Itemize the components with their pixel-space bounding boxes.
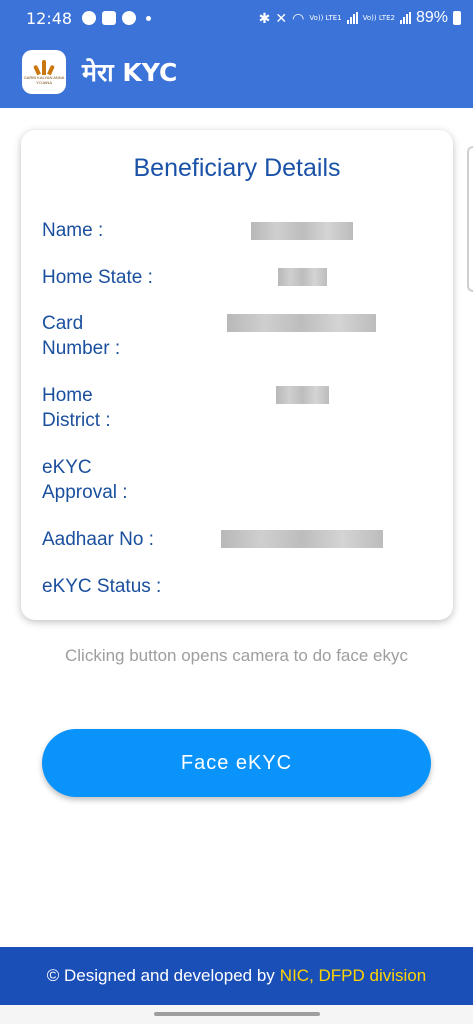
wifi-icon: ◠	[292, 9, 305, 26]
redacted-value	[221, 530, 383, 548]
field-row-home-state: Home State :	[42, 265, 432, 290]
field-label: Home State :	[42, 267, 153, 288]
redacted-value	[278, 268, 327, 286]
field-row-ekyc-approval: eKYC Approval :	[42, 455, 432, 505]
more-notifications-icon	[146, 15, 152, 21]
signal-2-icon	[399, 12, 411, 24]
footer-highlight: NIC, DFPD division	[279, 966, 427, 985]
chat-notification-icon	[82, 11, 97, 25]
battery-percent: 89%	[415, 9, 448, 26]
redacted-value	[251, 222, 353, 240]
home-gesture-handle[interactable]	[154, 1012, 320, 1016]
app-title: मेरा KYC	[82, 58, 178, 87]
field-label: Name :	[42, 220, 104, 241]
wheat-logo-icon	[33, 59, 55, 76]
battery-icon	[453, 11, 461, 25]
field-label: eKYC Approval :	[42, 457, 128, 503]
field-row-name: Name :	[42, 218, 432, 243]
redacted-value	[227, 314, 376, 332]
side-scroll-handle[interactable]	[467, 146, 473, 292]
app-bar: GARIB KALYAN ANNA YOJANA मेरा KYC	[0, 36, 473, 108]
camera-hint-text: Clicking button opens camera to do face …	[64, 646, 409, 665]
field-label: Home District :	[42, 385, 111, 431]
whatsapp-notification-icon	[122, 11, 137, 25]
beneficiary-details-card: Beneficiary Details Name : Home State : …	[21, 130, 453, 620]
redacted-value	[276, 386, 329, 404]
status-bar: 12:48 ✱ ✕ ◠ Vo)) LTE1 Vo)) LTE2 89%	[0, 0, 473, 36]
card-title: Beneficiary Details	[133, 154, 341, 182]
volte1-label: Vo)) LTE1	[309, 13, 342, 22]
field-label: Aadhaar No :	[42, 529, 154, 550]
volte2-label: Vo)) LTE2	[362, 13, 395, 22]
signal-1-icon	[346, 12, 358, 24]
field-row-ekyc-status: eKYC Status :	[42, 574, 432, 599]
field-row-home-district: Home District :	[42, 383, 432, 433]
field-row-aadhaar-no: Aadhaar No :	[42, 527, 432, 552]
bluetooth-icon: ✱	[258, 9, 271, 26]
app-logo: GARIB KALYAN ANNA YOJANA	[22, 50, 66, 94]
footer: © Designed and developed by NIC, DFPD di…	[0, 947, 473, 1005]
mute-icon: ✕	[275, 9, 288, 26]
status-time: 12:48	[26, 8, 73, 28]
footer-credit: © Designed and developed by	[46, 966, 275, 985]
field-row-card-number: Card Number :	[42, 311, 432, 361]
face-ekyc-button[interactable]: Face eKYC	[42, 729, 431, 797]
system-nav-bar	[0, 1005, 473, 1024]
logo-text: GARIB KALYAN ANNA YOJANA	[23, 75, 65, 85]
field-label: eKYC Status :	[42, 576, 162, 597]
gallery-notification-icon	[102, 11, 117, 25]
field-label: Card Number :	[42, 313, 121, 359]
